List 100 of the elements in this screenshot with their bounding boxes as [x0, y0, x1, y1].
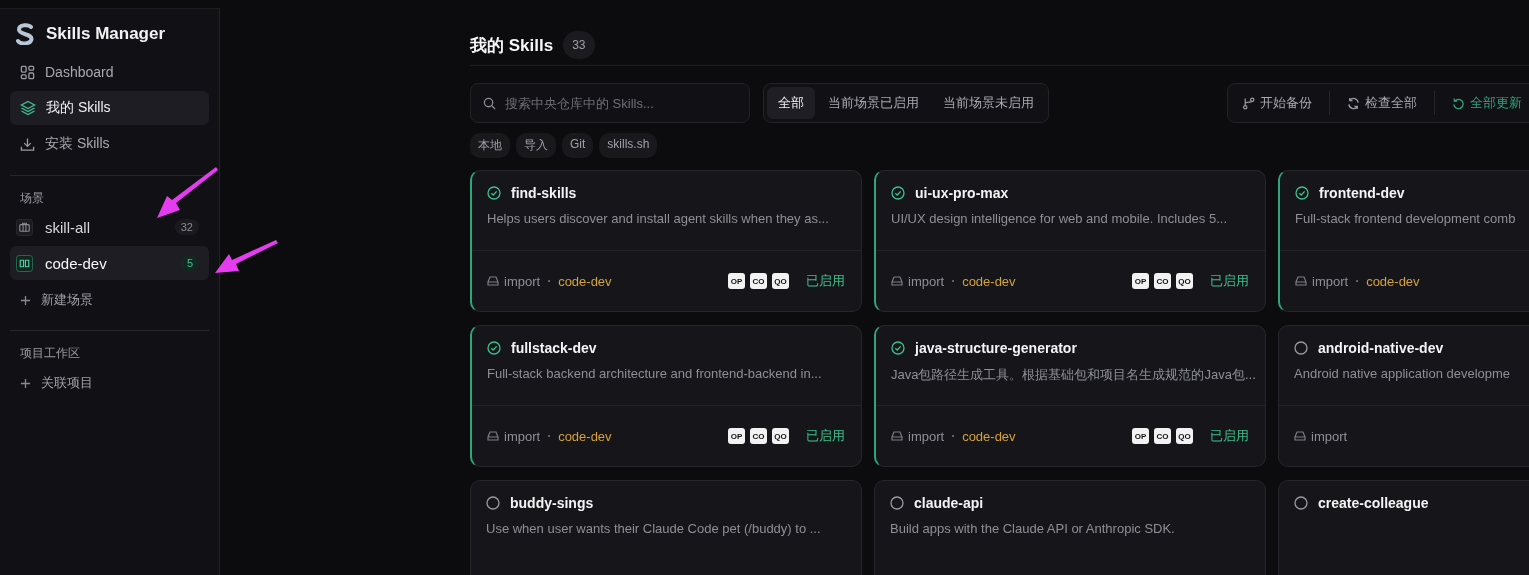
- agent-badge: QO: [1176, 428, 1193, 444]
- skill-card[interactable]: android-native-dev Android native application developme import: [1278, 325, 1529, 467]
- skill-name: android-native-dev: [1318, 340, 1444, 356]
- agent-badge: QO: [772, 273, 789, 289]
- agent-badge: CO: [1154, 273, 1171, 289]
- agent-badge: OP: [1132, 273, 1149, 289]
- skill-name: buddy-sings: [510, 495, 594, 511]
- count-badge: 33: [563, 31, 595, 59]
- nav-item[interactable]: Dashboard: [10, 55, 209, 89]
- empty-circle-icon[interactable]: [1294, 496, 1308, 510]
- nav-item[interactable]: 安装 Skills: [10, 127, 209, 161]
- skill-card[interactable]: buddy-sings Use when user wants their Claude Code pet (/buddy) to ...: [470, 480, 862, 575]
- section-heading: 项目工作区: [19, 345, 81, 362]
- check-circle-icon[interactable]: [891, 186, 905, 200]
- skill-card[interactable]: java-structure-generator Java包路径生成工具。根据基础包和项目名生成规范的Java包... import code-dev OP CO QO 已启用: [874, 325, 1266, 467]
- status-label: 已启用: [806, 427, 845, 445]
- agent-badge: CO: [750, 428, 767, 444]
- agent-badge: OP: [728, 428, 745, 444]
- link-project-link[interactable]: 关联项目: [10, 367, 209, 399]
- skill-description: Build apps with the Claude API or Anthropic SDK.: [890, 521, 1175, 536]
- filter-tab[interactable]: 当前场景已启用: [817, 87, 930, 119]
- agent-badge: CO: [1154, 428, 1171, 444]
- source-tag[interactable]: Git: [562, 133, 594, 158]
- plus-icon: [20, 377, 31, 389]
- refresh-icon: [1347, 96, 1360, 110]
- skill-name: java-structure-generator: [915, 340, 1077, 356]
- new-scene-link[interactable]: 新建场景: [10, 284, 209, 316]
- source-tag[interactable]: skills.sh: [599, 133, 658, 158]
- skill-card[interactable]: find-skills Helps users discover and install agent skills when they as... import code-dev OP CO QO 已启用: [470, 170, 862, 312]
- skill-name: fullstack-dev: [511, 340, 597, 356]
- scene-label: code-dev: [1366, 273, 1420, 289]
- status-label: 已启用: [806, 272, 845, 290]
- check-circle-icon[interactable]: [487, 186, 501, 200]
- filter-tab[interactable]: 当前场景未启用: [932, 87, 1045, 119]
- source-label: import: [504, 273, 541, 289]
- skill-description: Android native application developme: [1294, 366, 1511, 381]
- agent-badge: QO: [1176, 273, 1193, 289]
- agent-badge: OP: [1132, 428, 1149, 444]
- skill-card[interactable]: frontend-dev Full-stack frontend development comb import code-dev: [1278, 170, 1529, 312]
- scene-label: code-dev: [558, 273, 612, 289]
- layers-icon: [20, 100, 36, 116]
- source-label: import: [908, 273, 945, 289]
- skill-card[interactable]: create-colleague: [1278, 480, 1529, 575]
- skill-description: Java包路径生成工具。根据基础包和项目名生成规范的Java包...: [891, 366, 1256, 384]
- skill-name: create-colleague: [1318, 495, 1429, 511]
- skill-card[interactable]: claude-api Build apps with the Claude API or Anthropic SDK.: [874, 480, 1266, 575]
- page-title: 我的 Skills: [470, 34, 554, 57]
- search-field[interactable]: 搜索中央仓库中的 Skills...: [470, 83, 750, 123]
- skill-description: Helps users discover and install agent skills when they as...: [487, 211, 829, 226]
- count-badge: 5: [180, 255, 199, 271]
- skill-name: claude-api: [914, 495, 984, 511]
- source-label: import: [1312, 273, 1349, 289]
- drive-icon: [1294, 431, 1306, 441]
- agent-badge: OP: [728, 273, 745, 289]
- annotation-arrow: [215, 240, 278, 273]
- logo-icon: [16, 23, 34, 45]
- drive-icon: [487, 276, 499, 286]
- source-label: import: [1311, 428, 1348, 444]
- source-label: import: [504, 428, 541, 444]
- action-button[interactable]: 开始备份: [1242, 94, 1312, 112]
- agent-badge: QO: [772, 428, 789, 444]
- skill-description: Full-stack backend architecture and frontend-backend in...: [487, 366, 822, 381]
- check-circle-icon[interactable]: [1295, 186, 1309, 200]
- source-tag[interactable]: 导入: [516, 133, 556, 158]
- status-label: 已启用: [1210, 272, 1249, 290]
- skill-name: frontend-dev: [1319, 185, 1405, 201]
- book-icon: [16, 254, 33, 272]
- empty-circle-icon[interactable]: [486, 496, 500, 510]
- action-button[interactable]: 检查全部: [1347, 94, 1417, 112]
- drive-icon: [487, 431, 499, 441]
- plus-icon: [20, 294, 31, 306]
- rotate-icon: [1452, 96, 1465, 110]
- nav-item[interactable]: 我的 Skills: [10, 91, 209, 125]
- scene-item[interactable]: code-dev 5: [10, 246, 209, 280]
- scene-label: code-dev: [962, 273, 1016, 289]
- agent-badge: CO: [750, 273, 767, 289]
- check-circle-icon[interactable]: [487, 341, 501, 355]
- drive-icon: [891, 276, 903, 286]
- source-tag[interactable]: 本地: [470, 133, 510, 158]
- scene-label: code-dev: [558, 428, 612, 444]
- scene-item[interactable]: skill-all 32: [10, 210, 209, 244]
- branch-icon: [1242, 96, 1255, 110]
- count-badge: 32: [174, 219, 199, 235]
- check-circle-icon[interactable]: [891, 341, 905, 355]
- empty-circle-icon[interactable]: [890, 496, 904, 510]
- drive-icon: [1295, 276, 1307, 286]
- download-icon: [20, 136, 35, 152]
- source-label: import: [908, 428, 945, 444]
- dashboard-icon: [20, 64, 35, 80]
- skill-description: UI/UX design intelligence for web and mobile. Includes 5...: [891, 211, 1228, 226]
- filter-tab[interactable]: 全部: [767, 87, 815, 119]
- skill-card[interactable]: ui-ux-pro-max UI/UX design intelligence for web and mobile. Includes 5... import code-dev OP CO QO 已启用: [874, 170, 1266, 312]
- app-title: Skills Manager: [46, 24, 166, 44]
- briefcase-icon: [16, 218, 33, 236]
- action-button[interactable]: 全部更新: [1452, 94, 1522, 112]
- skill-card[interactable]: fullstack-dev Full-stack backend architecture and frontend-backend in... import code-dev OP CO QO 已启用: [470, 325, 862, 467]
- empty-circle-icon[interactable]: [1294, 341, 1308, 355]
- status-label: 已启用: [1210, 427, 1249, 445]
- skill-name: find-skills: [511, 185, 577, 201]
- drive-icon: [891, 431, 903, 441]
